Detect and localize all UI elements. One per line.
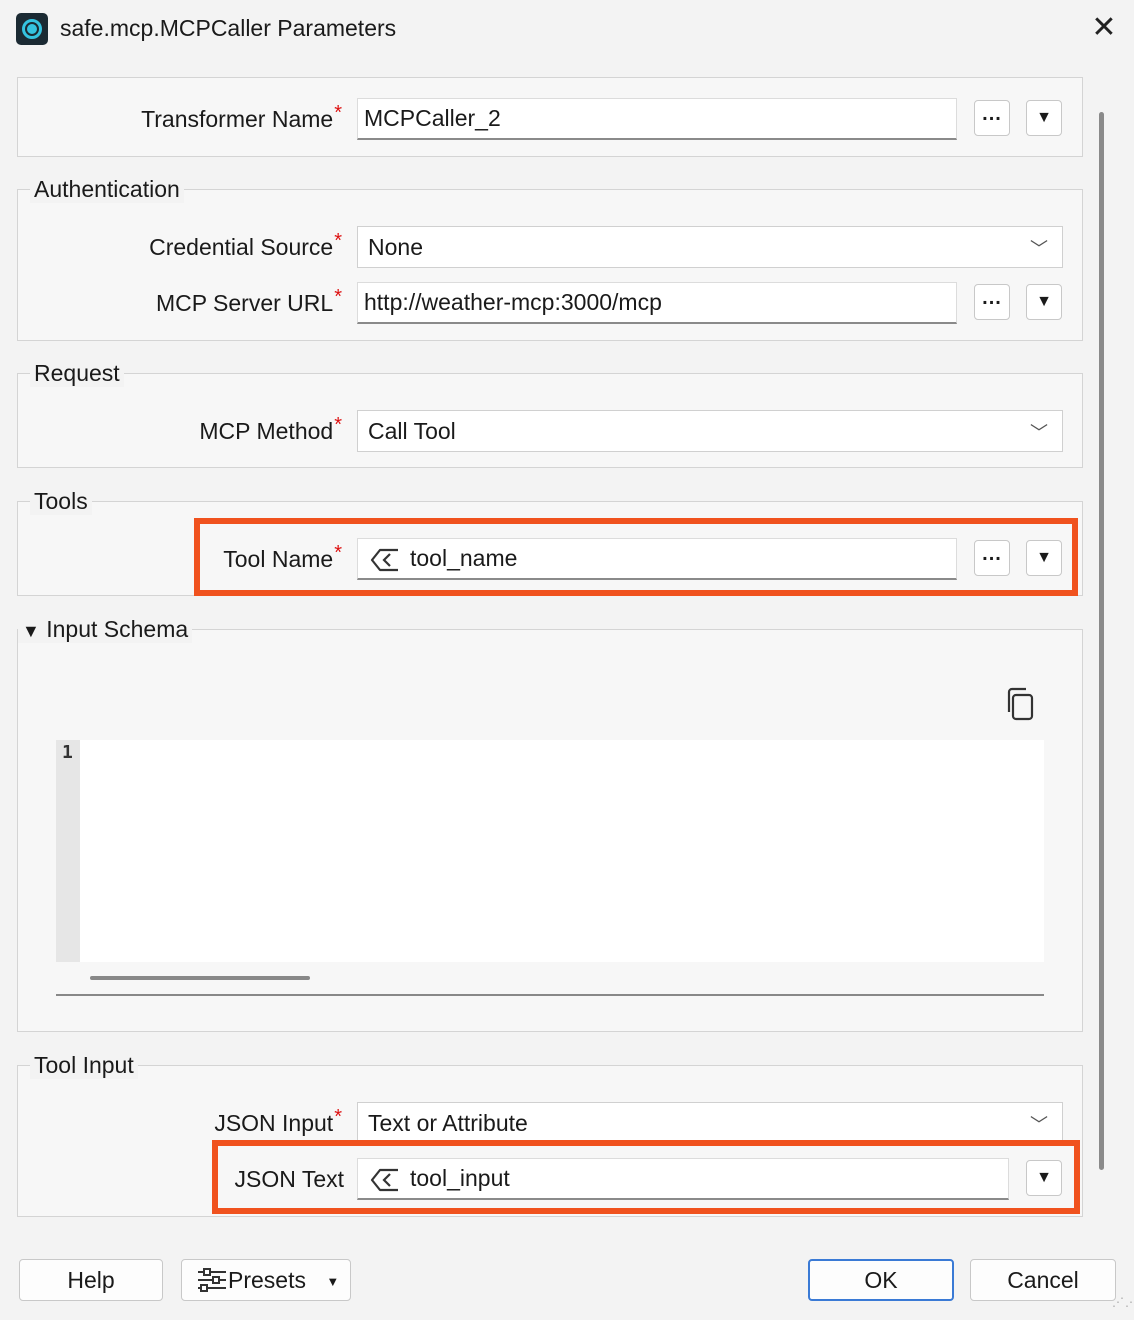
editor-line-number: 1 [62, 742, 73, 763]
attribute-icon [370, 1168, 398, 1192]
schema-editor[interactable] [56, 740, 1044, 962]
editor-horizontal-scrollbar[interactable] [90, 976, 310, 980]
presets-button[interactable]: Presets ▼ [181, 1259, 351, 1301]
tool-name-ellipsis-button[interactable]: ... [974, 540, 1010, 576]
json-text-input[interactable]: tool_input [357, 1158, 1009, 1200]
input-schema-header[interactable]: ▼ Input Schema [18, 616, 193, 643]
mcp-server-url-label: MCP Server URL* [155, 286, 342, 316]
copy-icon[interactable] [1004, 686, 1038, 722]
presets-icon [198, 1267, 226, 1292]
chevron-down-icon: ﹀ [1030, 1115, 1048, 1135]
credential-source-label: Credential Source* [149, 230, 342, 260]
transformer-name-label: Transformer Name* [141, 102, 342, 132]
tool-name-label: Tool Name* [223, 542, 342, 572]
tools-title: Tools [30, 488, 92, 515]
server-url-ellipsis-button[interactable]: ... [974, 284, 1010, 320]
close-icon[interactable]: ✕ [1088, 12, 1120, 44]
authentication-title: Authentication [30, 176, 184, 203]
attribute-icon [370, 548, 398, 572]
ok-button[interactable]: OK [808, 1259, 954, 1301]
json-text-label: JSON Text [234, 1166, 345, 1192]
vertical-scrollbar[interactable] [1099, 112, 1104, 1170]
editor-gutter [56, 740, 80, 962]
tool-name-dropdown-button[interactable]: ▼ [1026, 540, 1062, 576]
presets-caret-icon: ▼ [326, 1273, 340, 1289]
window-title: safe.mcp.MCPCaller Parameters [60, 15, 397, 41]
collapse-triangle-icon: ▼ [22, 621, 40, 641]
transformer-name-dropdown-button[interactable]: ▼ [1026, 100, 1062, 136]
request-title: Request [30, 360, 124, 387]
app-icon [16, 13, 48, 45]
cancel-button[interactable]: Cancel [970, 1259, 1116, 1301]
transformer-name-ellipsis-button[interactable]: ... [974, 100, 1010, 136]
mcp-method-label: MCP Method* [199, 414, 342, 444]
tool-input-title: Tool Input [30, 1052, 138, 1079]
tool-name-input[interactable]: tool_name [357, 538, 957, 580]
chevron-down-icon: ﹀ [1030, 423, 1048, 443]
credential-source-select[interactable]: None ﹀ [357, 226, 1063, 268]
chevron-down-icon: ﹀ [1030, 239, 1048, 259]
help-button[interactable]: Help [19, 1259, 163, 1301]
mcp-method-select[interactable]: Call Tool ﹀ [357, 410, 1063, 452]
mcp-server-url-input[interactable]: http://weather-mcp:3000/mcp [357, 282, 957, 324]
resize-grip-icon[interactable]: ⋰⋰ [1112, 1296, 1134, 1316]
server-url-dropdown-button[interactable]: ▼ [1026, 284, 1062, 320]
transformer-name-input[interactable]: MCPCaller_2 [357, 98, 957, 140]
json-input-label: JSON Input* [214, 1106, 342, 1136]
json-input-select[interactable]: Text or Attribute ﹀ [357, 1102, 1063, 1144]
json-text-dropdown-button[interactable]: ▼ [1026, 1160, 1062, 1196]
